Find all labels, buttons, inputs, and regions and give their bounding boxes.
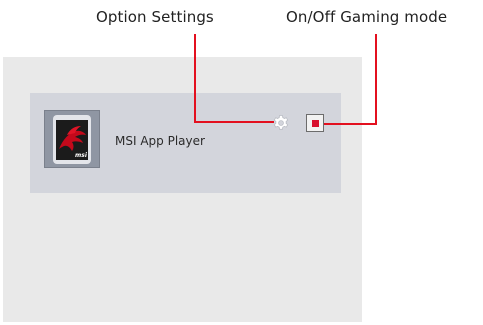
gear-icon <box>273 115 289 130</box>
option-settings-callout-label: Option Settings <box>96 8 214 26</box>
app-thumbnail: msi <box>44 110 100 168</box>
msi-dragon-logo-icon: msi <box>45 111 99 167</box>
screen: Option Settings On/Off Gaming mode msi M… <box>0 0 483 325</box>
option-settings-button[interactable] <box>272 114 290 132</box>
app-name-label: MSI App Player <box>115 134 205 148</box>
gaming-mode-toggle[interactable] <box>306 114 324 132</box>
gaming-mode-toggle-indicator <box>312 120 319 127</box>
gaming-mode-callout-label: On/Off Gaming mode <box>286 8 448 26</box>
thumbnail-brand-text: msi <box>75 152 88 159</box>
